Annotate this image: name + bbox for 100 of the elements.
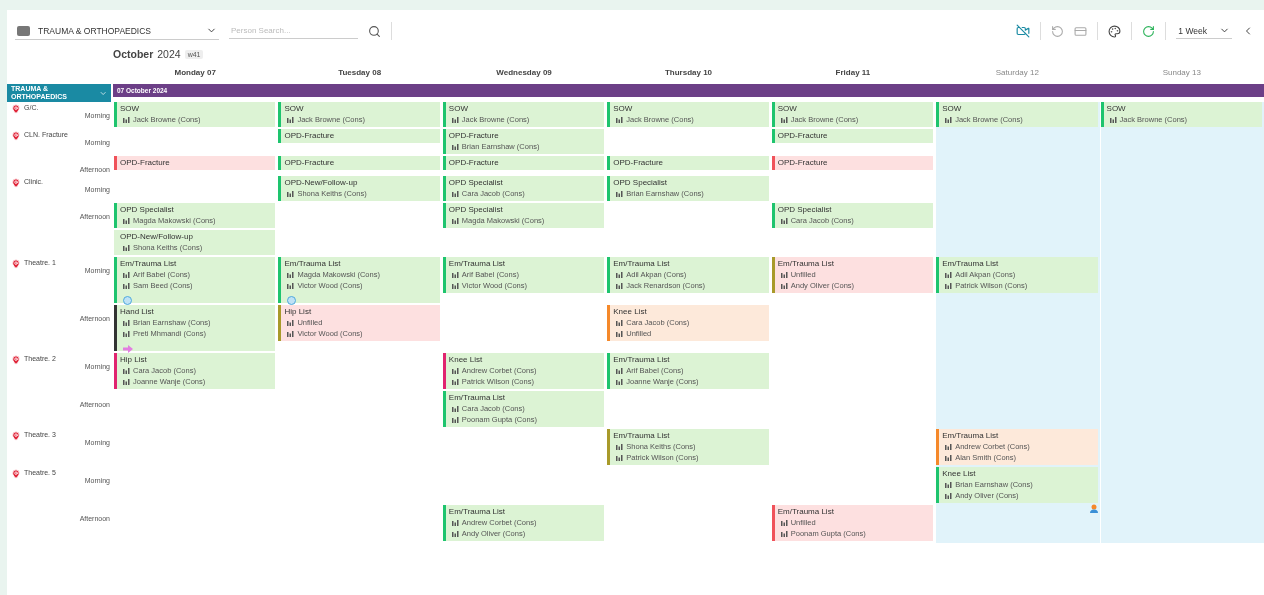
list-title: OPD-Fracture bbox=[284, 158, 336, 168]
day-header: Thursday 10 bbox=[663, 67, 714, 79]
list-title: Hand List bbox=[120, 307, 155, 317]
session-block[interactable]: OPD-Fracture bbox=[607, 156, 769, 170]
staff-icon bbox=[945, 282, 953, 289]
list-title: Em/Trauma List bbox=[942, 431, 1000, 441]
list-title: Em/Trauma List bbox=[613, 431, 671, 441]
list-title: OPD Specialist bbox=[613, 178, 669, 188]
list-title: Em/Trauma List bbox=[448, 507, 506, 517]
list-title: Em/Trauma List bbox=[284, 259, 342, 269]
staff-icon bbox=[123, 378, 130, 385]
list-title: OPD-Fracture bbox=[448, 131, 500, 141]
session-block[interactable]: OPD-Fracture bbox=[278, 129, 440, 143]
list-title: OPD Specialist bbox=[120, 205, 175, 215]
month-label: October bbox=[113, 48, 154, 60]
staff-icon bbox=[451, 378, 459, 385]
staff-icon bbox=[287, 190, 295, 197]
staff-icon bbox=[123, 217, 130, 224]
list-title: Knee List bbox=[448, 355, 484, 365]
list-title: Em/Trauma List bbox=[777, 507, 835, 517]
palette-icon[interactable] bbox=[1108, 24, 1122, 38]
refresh-icon[interactable] bbox=[1142, 24, 1156, 38]
staff-icon bbox=[287, 330, 295, 337]
staff-icon bbox=[451, 367, 459, 374]
list-title: OPD-Fracture bbox=[777, 131, 829, 141]
staff-icon bbox=[287, 282, 295, 289]
day-header: Friday 11 bbox=[834, 67, 872, 79]
search-icon[interactable] bbox=[368, 24, 381, 38]
staff-icon bbox=[123, 367, 130, 374]
location-pin-icon bbox=[11, 104, 21, 114]
card-icon[interactable] bbox=[1074, 24, 1088, 38]
staff-icon bbox=[780, 116, 788, 123]
staff-icon bbox=[287, 319, 295, 326]
session-block[interactable]: OPD-Fracture bbox=[771, 156, 934, 170]
list-title: SOW bbox=[777, 104, 798, 114]
staff-icon bbox=[123, 282, 130, 289]
session-block[interactable]: OPD-Fracture bbox=[278, 156, 440, 170]
staff-icon bbox=[123, 116, 130, 123]
staff-icon bbox=[451, 416, 459, 423]
staff-icon bbox=[780, 530, 788, 537]
list-title: Em/Trauma List bbox=[777, 259, 835, 269]
staff-icon bbox=[287, 116, 295, 123]
staff-icon bbox=[616, 282, 624, 289]
list-title: OPD-Fracture bbox=[448, 158, 500, 168]
session-block[interactable]: OPD-Fracture bbox=[442, 156, 605, 170]
staff-icon bbox=[616, 319, 624, 326]
staff-icon bbox=[451, 116, 459, 123]
staff-icon bbox=[945, 443, 953, 450]
list-title: SOW bbox=[284, 104, 305, 114]
department-select[interactable]: TRAUMA & ORTHOPAEDICS bbox=[15, 22, 219, 40]
list-title: Em/Trauma List bbox=[942, 259, 1000, 269]
cycle-icon[interactable] bbox=[1051, 24, 1065, 38]
list-title: SOW bbox=[448, 104, 469, 114]
day-header: Monday 07 bbox=[173, 67, 217, 79]
staff-icon bbox=[1109, 116, 1117, 123]
list-title: Hip List bbox=[284, 307, 313, 317]
staff-icon bbox=[616, 330, 624, 337]
staff-icon bbox=[780, 217, 788, 224]
session-block[interactable]: OPD-Fracture bbox=[771, 129, 934, 143]
list-title: OPD-Fracture bbox=[284, 131, 336, 141]
staff-icon bbox=[123, 244, 130, 251]
staff-icon bbox=[780, 519, 788, 526]
staff-icon bbox=[945, 454, 953, 461]
video-off-icon[interactable] bbox=[1016, 24, 1031, 38]
location-pin-icon bbox=[11, 259, 21, 269]
day-header: Sunday 13 bbox=[1161, 67, 1202, 79]
list-title: Em/Trauma List bbox=[613, 259, 671, 269]
staff-icon bbox=[451, 519, 459, 526]
staff-icon bbox=[451, 143, 459, 150]
list-title: Em/Trauma List bbox=[120, 259, 178, 269]
day-header: Saturday 12 bbox=[994, 67, 1040, 79]
staff-icon bbox=[451, 217, 459, 224]
list-title: OPD Specialist bbox=[777, 205, 833, 215]
department-icon bbox=[17, 25, 30, 36]
staff-icon bbox=[780, 282, 788, 289]
staff-icon bbox=[451, 190, 459, 197]
staff-icon bbox=[616, 190, 624, 197]
staff-icon bbox=[616, 367, 624, 374]
staff-icon bbox=[945, 481, 953, 488]
staff-icon bbox=[451, 530, 459, 537]
list-title: SOW bbox=[1106, 104, 1127, 114]
staff-icon bbox=[451, 405, 459, 412]
list-title: Em/Trauma List bbox=[448, 259, 506, 269]
list-title: SOW bbox=[613, 104, 634, 114]
range-select[interactable]: 1 Week bbox=[1176, 23, 1232, 39]
location-pin-icon bbox=[11, 131, 21, 141]
staff-icon bbox=[945, 271, 953, 278]
staff-icon bbox=[616, 443, 624, 450]
location-pin-icon bbox=[11, 355, 21, 365]
staff-icon bbox=[945, 116, 953, 123]
staff-icon bbox=[616, 116, 624, 123]
location-pin-icon bbox=[11, 178, 21, 188]
session-block[interactable]: OPD-Fracture bbox=[114, 156, 276, 170]
list-title: OPD-Fracture bbox=[613, 158, 665, 168]
list-title: Knee List bbox=[613, 307, 648, 317]
list-title: Em/Trauma List bbox=[613, 355, 671, 365]
staff-icon bbox=[616, 271, 624, 278]
staff-icon bbox=[945, 492, 953, 499]
list-title: Knee List bbox=[942, 469, 977, 479]
staff-icon bbox=[287, 271, 295, 278]
